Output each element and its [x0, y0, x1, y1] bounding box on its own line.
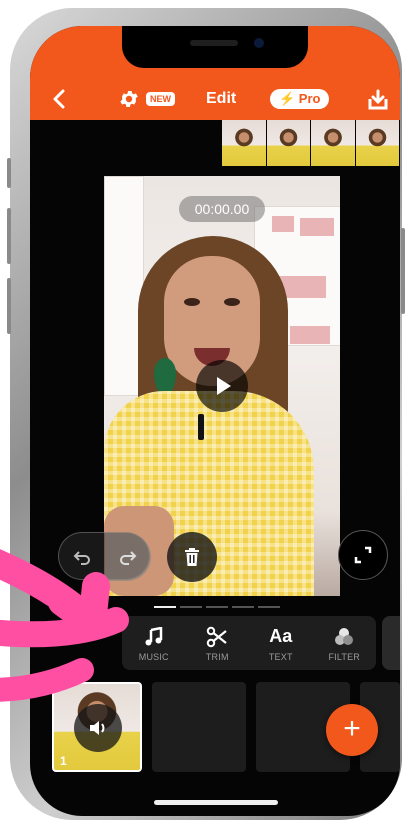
filmstrip-frame [266, 120, 310, 166]
lapel-mic [198, 414, 204, 440]
power-button [401, 228, 405, 314]
export-button[interactable] [368, 89, 388, 111]
trash-icon [185, 548, 199, 566]
text-aa-icon: Aa [269, 625, 292, 649]
background-box [290, 326, 330, 344]
text-aa-glyph: Aa [269, 626, 293, 646]
timecode-display: 00:00.00 [179, 196, 265, 222]
page-dot [258, 606, 280, 608]
add-clip-button[interactable]: + [326, 704, 378, 756]
tool-page-indicator [154, 606, 280, 608]
chevron-left-icon [53, 89, 65, 109]
notch [122, 26, 308, 68]
page-dot [180, 606, 202, 608]
play-button[interactable] [196, 360, 248, 412]
page-dot [232, 606, 254, 608]
back-button[interactable] [50, 88, 70, 110]
annotation-arrow-icon [0, 549, 129, 702]
tool-label: FILTER [328, 651, 361, 662]
filmstrip-frame [311, 120, 355, 166]
tool-label: TRIM [205, 651, 229, 662]
scissors-icon [206, 625, 228, 649]
tool-trim[interactable]: TRIM [186, 616, 250, 670]
fullscreen-button[interactable] [338, 530, 388, 580]
tool-text[interactable]: Aa TEXT [249, 616, 313, 670]
page-title: Edit [206, 90, 237, 107]
clip-number: 1 [60, 754, 67, 768]
front-camera [254, 38, 264, 48]
tools-panel: MUSIC TRIM Aa TEXT FILTER [122, 616, 376, 670]
expand-icon [354, 546, 372, 564]
page-dot [154, 606, 176, 608]
filmstrip-frame [355, 120, 399, 166]
pro-button[interactable]: ⚡ Pro [270, 89, 330, 109]
background-box [272, 216, 294, 232]
person-eye [224, 298, 240, 306]
silent-switch [7, 158, 11, 188]
person-eye [184, 298, 200, 306]
timeline-empty-slot[interactable] [152, 682, 246, 772]
download-icon [368, 89, 388, 110]
volume-down-button [7, 278, 11, 334]
filter-circles-icon [333, 625, 355, 649]
new-badge: NEW [146, 92, 175, 106]
background-box [300, 218, 334, 236]
video-preview[interactable]: 00:00.00 [104, 176, 340, 596]
gear-icon [120, 91, 138, 107]
home-indicator [154, 800, 278, 805]
filmstrip-frame [222, 120, 266, 166]
volume-up-button [7, 208, 11, 264]
tool-label: TEXT [268, 651, 293, 662]
earpiece-speaker [190, 40, 238, 46]
settings-button[interactable] [118, 88, 140, 110]
page-dot [206, 606, 228, 608]
tools-more-peek[interactable] [382, 616, 400, 670]
delete-button[interactable] [167, 532, 217, 582]
tool-filter[interactable]: FILTER [313, 616, 377, 670]
preview-filmstrip[interactable] [222, 120, 400, 166]
